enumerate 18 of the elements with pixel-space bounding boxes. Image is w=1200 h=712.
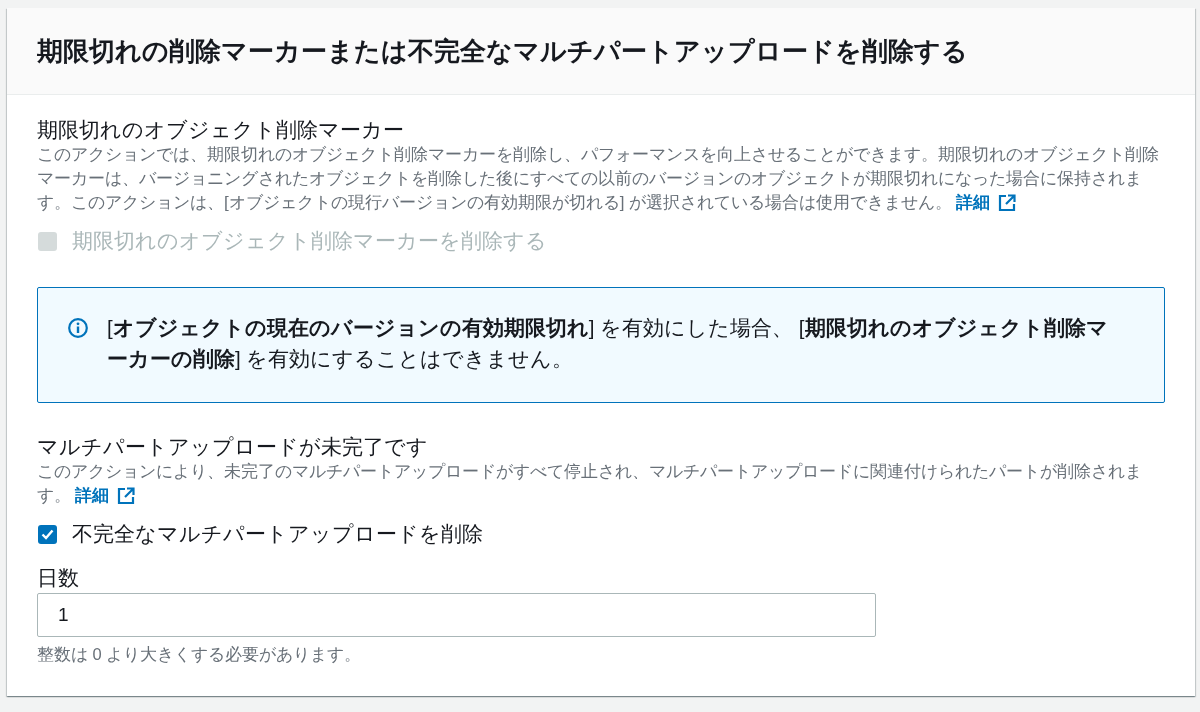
external-link-icon (117, 487, 135, 505)
external-link-icon (998, 194, 1017, 212)
learn-more-link[interactable]: 詳細 (956, 191, 1017, 215)
checkbox-label: 不完全なマルチパートアップロードを削除 (72, 521, 483, 547)
section-title: マルチパートアップロードが未完了です (37, 434, 429, 460)
info-icon (68, 318, 88, 338)
field-hint: 整数は 0 より大きくする必要があります。 (37, 644, 363, 665)
panel-title: 期限切れの削除マーカーまたは不完全なマルチパートアップロードを削除する (37, 35, 968, 68)
section-title: 期限切れのオブジェクト削除マーカー (37, 117, 405, 143)
description-text: このアクションでは、期限切れのオブジェクト削除マーカーを削除し、パフォーマンスを向上させることができます。期限切れのオブジェクト削除マーカーは、バージョニングされたオブジェクトを削除した後にすべての以前のバージョンのオブジェクトが期限切れになった場合に保持されます。このアクションは、[オブジェクトの現行バージョンの有効期限が切れる] が選択されている場合は使用できません。 詳細 (37, 143, 1165, 215)
days-input[interactable]: 1 (37, 593, 876, 637)
learn-more-link[interactable]: 詳細 (75, 484, 135, 508)
alert-text: [オブジェクトの現在のバージョンの有効期限切れ] を有効にした場合、 [期限切れのオブジェクト削除マーカーの削除] を有効にすることはできません。 (107, 315, 1109, 372)
checkmark-icon (41, 528, 54, 540)
checkbox[interactable] (38, 524, 57, 544)
description-text: このアクションにより、未完了のマルチパートアップロードがすべて停止され、マルチパートアップロードに関連付けられたパートが削除されます。 詳細 (37, 460, 1165, 508)
checkbox-label: 期限切れのオブジェクト削除マーカーを削除する (72, 228, 547, 254)
field-label: 日数 (37, 565, 80, 591)
